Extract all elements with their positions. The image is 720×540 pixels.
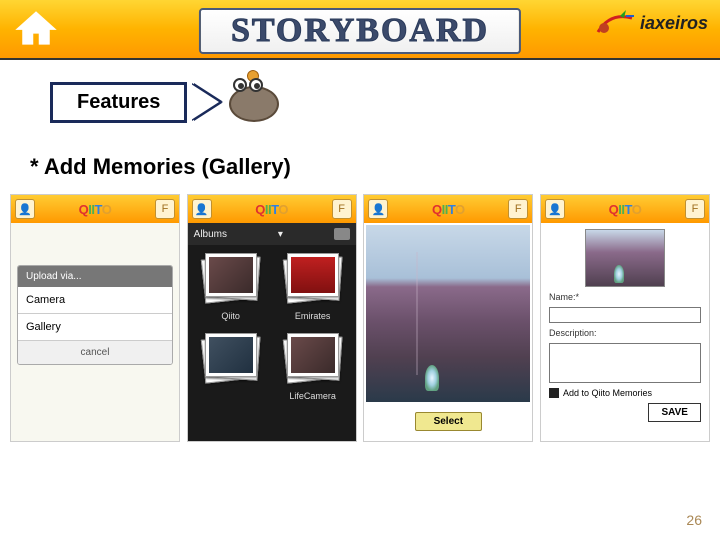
albums-bar: Albums ▾ (188, 223, 356, 245)
f-icon[interactable]: F (332, 199, 352, 219)
checkbox-icon[interactable] (549, 388, 559, 398)
checkbox-label: Add to Qiito Memories (563, 388, 652, 398)
app-header: 👤 QIITO F (541, 195, 709, 223)
app-header: 👤 QIITO F (11, 195, 179, 223)
page-number: 26 (686, 512, 702, 528)
mascot-icon (219, 72, 289, 132)
album-item[interactable]: LifeCamera (276, 333, 350, 401)
name-field[interactable] (549, 307, 701, 323)
camera-icon[interactable] (334, 228, 350, 240)
screen-form: 👤 QIITO F Name:* Description: Add to Qii… (540, 194, 710, 442)
features-row: Features (50, 72, 720, 132)
select-button[interactable]: Select (415, 412, 482, 431)
person-icon[interactable]: 👤 (545, 199, 565, 219)
app-logo: QIITO (79, 202, 112, 217)
desc-label: Description: (549, 328, 701, 338)
upload-dialog: Upload via... Camera Gallery cancel (17, 265, 173, 365)
title-band: STORYBOARD (199, 8, 521, 54)
slide-header: STORYBOARD iaxeiros (0, 0, 720, 60)
features-label: Features (50, 82, 187, 123)
slide-title: STORYBOARD (231, 12, 489, 50)
screen-preview: 👤 QIITO F Select (363, 194, 533, 442)
upload-option-gallery[interactable]: Gallery (18, 314, 172, 341)
app-header: 👤 QIITO F (188, 195, 356, 223)
album-item[interactable]: Emirates (276, 253, 350, 321)
app-logo: QIITO (609, 202, 642, 217)
home-icon[interactable] (8, 1, 64, 57)
photo-preview (366, 225, 530, 402)
person-icon[interactable]: 👤 (368, 199, 388, 219)
album-item[interactable] (194, 333, 268, 401)
f-icon[interactable]: F (155, 199, 175, 219)
person-icon[interactable]: 👤 (192, 199, 212, 219)
f-icon[interactable]: F (508, 199, 528, 219)
app-header: 👤 QIITO F (364, 195, 532, 223)
checkbox-row[interactable]: Add to Qiito Memories (549, 388, 701, 398)
albums-label: Albums (194, 229, 227, 240)
app-logo: QIITO (255, 202, 288, 217)
photo-thumbnail (585, 229, 665, 287)
albums-grid: Qiito Emirates LifeCamera (188, 245, 356, 441)
name-label: Name:* (549, 292, 701, 302)
album-item[interactable]: Qiito (194, 253, 268, 321)
preview-body: Select (364, 223, 532, 441)
person-icon[interactable]: 👤 (15, 199, 35, 219)
brand-logo: iaxeiros (596, 8, 708, 38)
screen-albums: 👤 QIITO F Albums ▾ Qiito Emirates (187, 194, 357, 442)
screen-upload: 👤 QIITO F Upload via... Camera Gallery c… (10, 194, 180, 442)
app-logo: QIITO (432, 202, 465, 217)
cancel-button[interactable]: cancel (18, 341, 172, 364)
desc-field[interactable] (549, 343, 701, 383)
logo-swoosh-icon (596, 8, 636, 38)
slide-subtitle: * Add Memories (Gallery) (30, 154, 720, 180)
save-button[interactable]: SAVE (648, 403, 701, 422)
brand-name: iaxeiros (640, 13, 708, 34)
upload-option-camera[interactable]: Camera (18, 287, 172, 314)
upload-title: Upload via... (18, 266, 172, 287)
chevron-down-icon[interactable]: ▾ (278, 229, 283, 240)
arrow-icon (191, 84, 219, 120)
f-icon[interactable]: F (685, 199, 705, 219)
screens-row: 👤 QIITO F Upload via... Camera Gallery c… (0, 194, 720, 442)
form-body: Name:* Description: Add to Qiito Memorie… (541, 223, 709, 441)
